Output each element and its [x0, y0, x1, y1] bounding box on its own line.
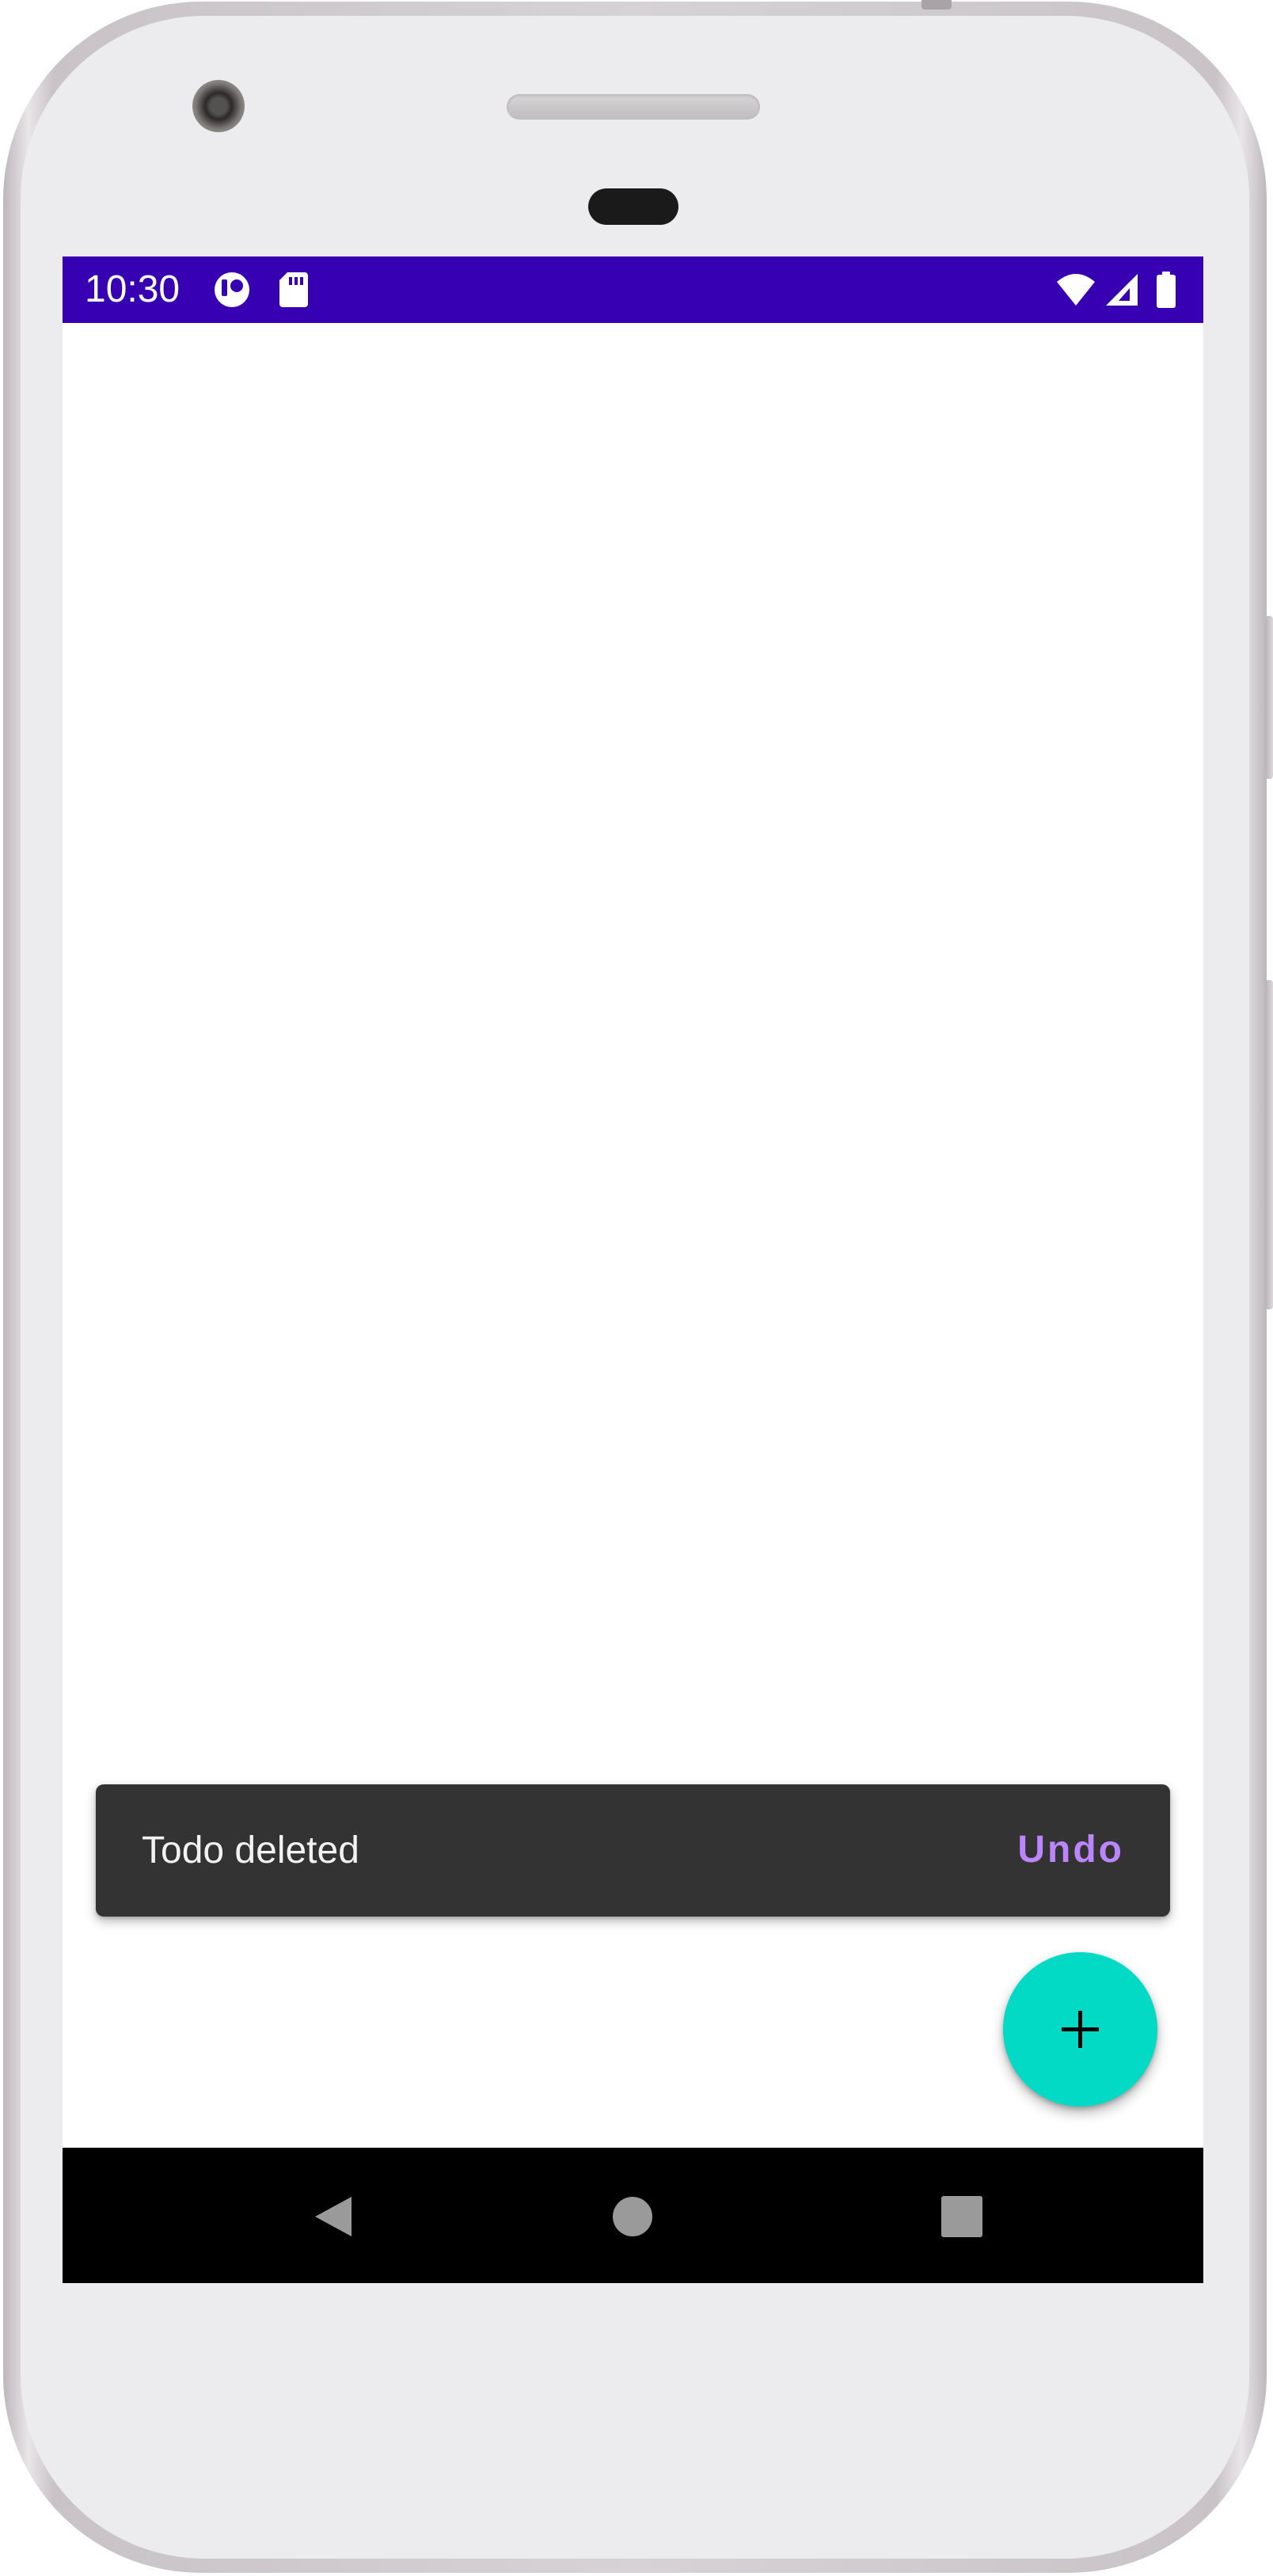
add-todo-button[interactable] — [1003, 1952, 1157, 2107]
proximity-sensor — [588, 188, 678, 225]
wifi-icon — [1055, 271, 1096, 309]
sd-card-icon — [278, 271, 310, 309]
device-screen: 10:30 Todo deleted Undo — [63, 256, 1203, 2283]
snackbar-message: Todo deleted — [142, 1829, 359, 1871]
battery-icon — [1155, 271, 1177, 309]
media-playback-icon — [213, 271, 251, 309]
home-button[interactable] — [597, 2181, 668, 2252]
power-button[interactable] — [1265, 616, 1273, 779]
undo-button[interactable]: Undo — [1017, 1824, 1124, 1876]
status-time: 10:30 — [85, 268, 180, 310]
device-canvas: 10:30 Todo deleted Undo — [0, 0, 1273, 2576]
frame-seam — [922, 0, 952, 9]
back-button[interactable] — [298, 2181, 369, 2252]
back-icon — [298, 2181, 369, 2252]
home-icon — [597, 2181, 668, 2252]
recents-button[interactable] — [926, 2181, 998, 2252]
volume-button[interactable] — [1265, 980, 1273, 1309]
status-bar: 10:30 — [63, 256, 1203, 323]
front-camera — [192, 80, 245, 132]
add-icon — [1060, 2009, 1100, 2050]
earpiece-speaker — [507, 94, 760, 120]
navigation-bar — [63, 2148, 1203, 2283]
cellular-signal-icon — [1103, 271, 1139, 309]
snackbar: Todo deleted Undo — [96, 1784, 1170, 1917]
recents-icon — [926, 2181, 998, 2252]
